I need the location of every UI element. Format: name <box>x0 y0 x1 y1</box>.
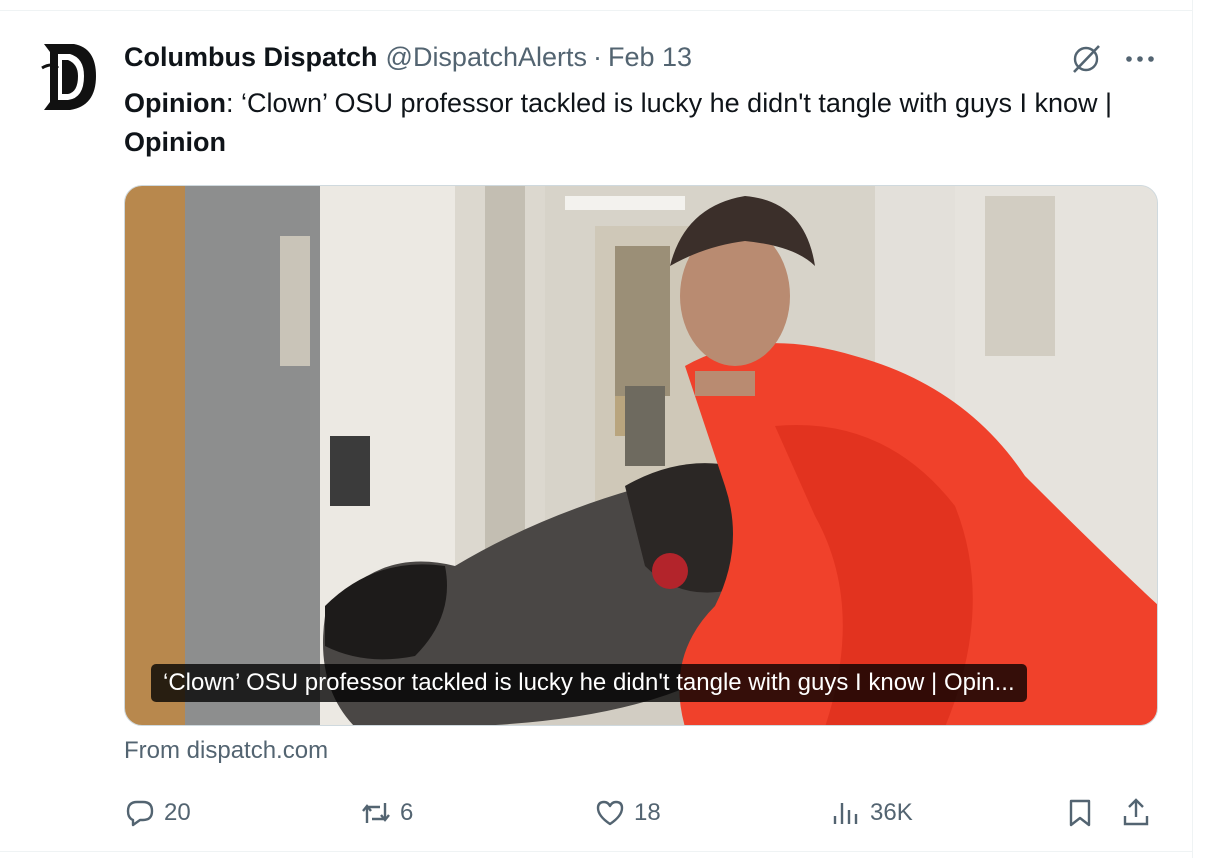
right-divider <box>1192 0 1193 858</box>
card-source[interactable]: From dispatch.com <box>124 737 328 765</box>
grok-icon[interactable] <box>1067 40 1105 78</box>
user-handle[interactable]: @DispatchAlerts <box>386 42 587 73</box>
avatar[interactable] <box>40 38 100 114</box>
like-count: 18 <box>634 799 661 826</box>
bookmark-icon <box>1069 799 1091 827</box>
like-button[interactable]: 18 <box>594 790 661 836</box>
tweet-actions: 20 6 18 36K <box>124 790 1164 836</box>
columbus-dispatch-logo <box>41 44 96 110</box>
repost-count: 6 <box>400 799 414 826</box>
reply-icon <box>126 800 154 827</box>
heart-icon <box>596 800 624 826</box>
link-card[interactable]: ‘Clown’ OSU professor tackled is lucky h… <box>124 185 1158 726</box>
tweet-text-main: : ‘Clown’ OSU professor tackled is lucky… <box>225 88 1113 118</box>
tweet-header: Columbus Dispatch @DispatchAlerts · Feb … <box>124 40 692 74</box>
card-caption: ‘Clown’ OSU professor tackled is lucky h… <box>151 664 1027 702</box>
card-image <box>125 186 1157 725</box>
reply-count: 20 <box>164 799 191 826</box>
bookmark-button[interactable] <box>1064 790 1096 836</box>
tweet-text-bold-prefix: Opinion <box>124 88 226 118</box>
reply-button[interactable]: 20 <box>124 790 191 836</box>
tweet-text: Opinion: ‘Clown’ OSU professor tackled i… <box>124 84 1174 162</box>
views-icon <box>833 803 858 824</box>
display-name[interactable]: Columbus Dispatch <box>124 42 378 73</box>
share-button[interactable] <box>1120 790 1152 836</box>
tweet-date[interactable]: Feb 13 <box>608 42 692 73</box>
repost-button[interactable]: 6 <box>360 790 413 836</box>
views-button[interactable]: 36K <box>830 790 913 836</box>
tweet-text-bold-suffix: Opinion <box>124 127 226 157</box>
separator: · <box>593 41 603 72</box>
more-icon[interactable] <box>1121 40 1159 78</box>
bottom-divider <box>0 851 1192 852</box>
views-count: 36K <box>870 799 913 826</box>
top-divider <box>0 10 1192 11</box>
repost-icon <box>362 803 390 823</box>
share-icon <box>1123 798 1149 826</box>
